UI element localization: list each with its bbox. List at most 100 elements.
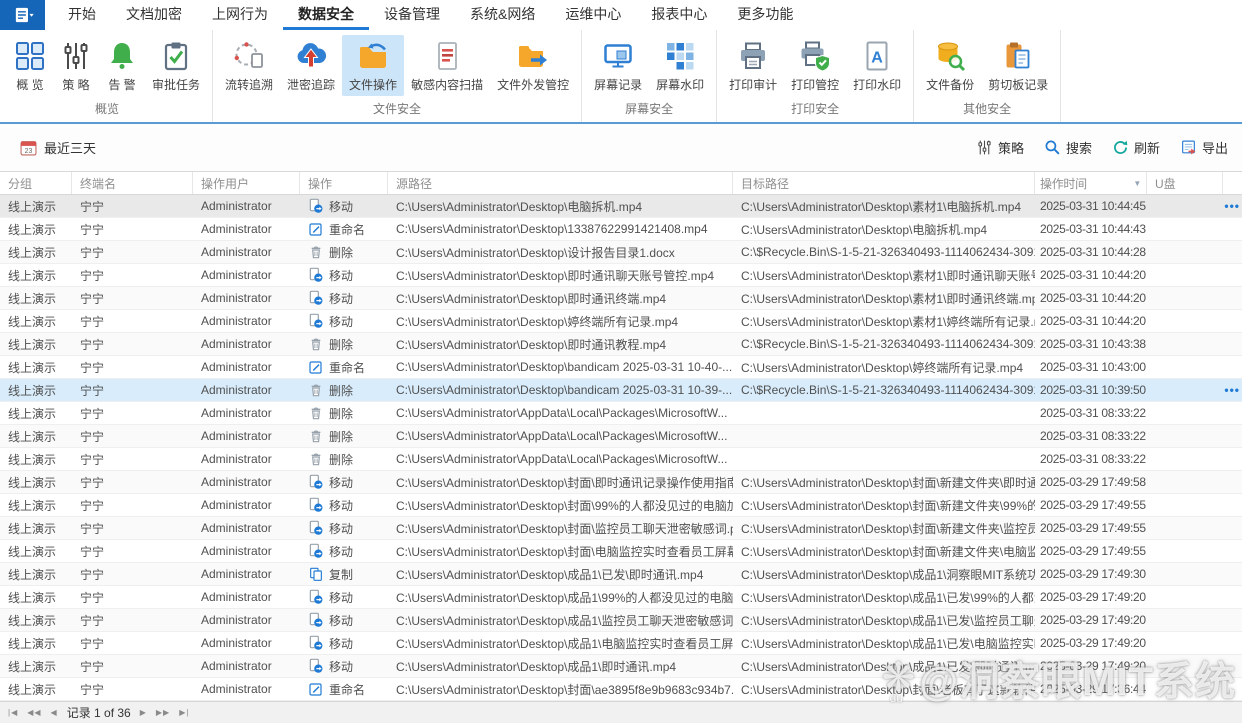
pager-button[interactable]: |◀	[8, 708, 18, 717]
menu-items: 开始文档加密上网行为数据安全设备管理系统&网络运维中心报表中心更多功能	[53, 0, 808, 30]
policy-sliders-icon	[60, 40, 92, 72]
table-row[interactable]: 线上演示 宁宁 Administrator 移动 C:\Users\Admini…	[0, 655, 1242, 678]
row-actions-menu[interactable]: •••	[1224, 383, 1240, 397]
column-header[interactable]: 源路径	[388, 172, 733, 194]
table-row[interactable]: 线上演示 宁宁 Administrator 复制 C:\Users\Admini…	[0, 563, 1242, 586]
date-range-filter[interactable]: 最近三天	[20, 138, 96, 157]
ribbon-tool-button[interactable]: 审批任务	[145, 35, 207, 96]
ribbon-tool-button[interactable]: 流转追溯	[218, 35, 280, 96]
cell-group: 线上演示	[0, 678, 72, 700]
menu-item[interactable]: 更多功能	[722, 0, 808, 30]
delete-operation-icon	[308, 382, 324, 398]
pager-button[interactable]: ▶▶	[156, 708, 170, 717]
table-row[interactable]: 线上演示 宁宁 Administrator 删除 C:\Users\Admini…	[0, 402, 1242, 425]
ribbon-tool-button[interactable]: 告 警	[99, 35, 145, 96]
delete-operation-icon	[308, 451, 324, 467]
table-header: 分组终端名操作用户操作源路径目标路径操作时间▼U盘	[0, 171, 1242, 195]
table-row[interactable]: 线上演示 宁宁 Administrator 删除 C:\Users\Admini…	[0, 425, 1242, 448]
toolbar-action-button[interactable]: 导出	[1180, 138, 1228, 157]
cell-row-actions	[1223, 494, 1242, 516]
table-row[interactable]: 线上演示 宁宁 Administrator 删除 C:\Users\Admini…	[0, 448, 1242, 471]
cell-source-path: C:\Users\Administrator\Desktop\成品1\监控员工聊…	[388, 609, 733, 631]
ribbon-tool-button[interactable]: 打印管控	[784, 35, 846, 96]
cell-operation: 移动	[300, 195, 388, 217]
pager-button[interactable]: ◀	[51, 708, 58, 717]
ribbon-tool-button[interactable]: 概 览	[7, 35, 53, 96]
column-header[interactable]: 操作	[300, 172, 388, 194]
ribbon-tool-button[interactable]: 泄密追踪	[280, 35, 342, 96]
app-menu-button[interactable]	[0, 0, 45, 30]
cell-row-actions	[1223, 517, 1242, 539]
cell-operation-time: 2025-03-31 10:44:20	[1035, 310, 1147, 332]
cell-row-actions	[1223, 287, 1242, 309]
cell-user: Administrator	[193, 264, 300, 286]
ribbon-tool-button[interactable]: 敏感内容扫描	[404, 35, 490, 96]
table-row[interactable]: 线上演示 宁宁 Administrator 移动 C:\Users\Admini…	[0, 287, 1242, 310]
ribbon-tool-button[interactable]: 文件备份	[919, 35, 981, 96]
ribbon-tool-button[interactable]: 剪切板记录	[981, 35, 1055, 96]
cell-group: 线上演示	[0, 218, 72, 240]
table-row[interactable]: 线上演示 宁宁 Administrator 删除 C:\Users\Admini…	[0, 241, 1242, 264]
table-row[interactable]: 线上演示 宁宁 Administrator 移动 C:\Users\Admini…	[0, 264, 1242, 287]
menu-item[interactable]: 文档加密	[111, 0, 197, 30]
table-row[interactable]: 线上演示 宁宁 Administrator 移动 C:\Users\Admini…	[0, 632, 1242, 655]
cell-target-path: C:\Users\Administrator\Desktop\素材1\电脑拆机.…	[733, 195, 1035, 217]
pager-button[interactable]: ◀◀	[27, 708, 41, 717]
table-row[interactable]: 线上演示 宁宁 Administrator 移动 C:\Users\Admini…	[0, 517, 1242, 540]
table-row[interactable]: 线上演示 宁宁 Administrator 删除 C:\Users\Admini…	[0, 333, 1242, 356]
column-header[interactable]: 目标路径	[733, 172, 1035, 194]
table-row[interactable]: 线上演示 宁宁 Administrator 重命名 C:\Users\Admin…	[0, 356, 1242, 379]
cell-source-path: C:\Users\Administrator\Desktop\即时通讯教程.mp…	[388, 333, 733, 355]
table-row[interactable]: 线上演示 宁宁 Administrator 移动 C:\Users\Admini…	[0, 471, 1242, 494]
cell-target-path: C:\Users\Administrator\Desktop\封面\新建文件夹\…	[733, 471, 1035, 493]
cell-row-actions	[1223, 563, 1242, 585]
table-row[interactable]: 线上演示 宁宁 Administrator 移动 C:\Users\Admini…	[0, 586, 1242, 609]
column-header[interactable]: 操作时间▼	[1035, 172, 1147, 194]
ribbon-tool-button[interactable]: 策 略	[53, 35, 99, 96]
cell-target-path: C:\Users\Administrator\Desktop\封面\新建文件夹\…	[733, 540, 1035, 562]
column-header[interactable]: 分组	[0, 172, 72, 194]
cell-operation: 移动	[300, 310, 388, 332]
table-row[interactable]: 线上演示 宁宁 Administrator 重命名 C:\Users\Admin…	[0, 218, 1242, 241]
toolbar-action-button[interactable]: 刷新	[1112, 138, 1160, 157]
table-row[interactable]: 线上演示 宁宁 Administrator 移动 C:\Users\Admini…	[0, 609, 1242, 632]
pager-button[interactable]: ▶|	[179, 708, 189, 717]
table-row[interactable]: 线上演示 宁宁 Administrator 移动 C:\Users\Admini…	[0, 494, 1242, 517]
menu-item[interactable]: 系统&网络	[455, 0, 550, 30]
cell-terminal: 宁宁	[72, 310, 193, 332]
ribbon-tool-button[interactable]: 屏幕记录	[587, 35, 649, 96]
move-operation-icon	[308, 313, 324, 329]
row-actions-menu[interactable]: •••	[1224, 199, 1240, 213]
ribbon-tool-button[interactable]: 打印水印	[846, 35, 908, 96]
column-header[interactable]: 终端名	[72, 172, 193, 194]
menu-item[interactable]: 上网行为	[197, 0, 283, 30]
menu-item[interactable]: 数据安全	[283, 0, 369, 30]
ribbon-tool-button[interactable]: 打印审计	[722, 35, 784, 96]
pager-button[interactable]: ▶	[140, 708, 147, 717]
ribbon-tool-button[interactable]: 屏幕水印	[649, 35, 711, 96]
table-row[interactable]: 线上演示 宁宁 Administrator 移动 C:\Users\Admini…	[0, 195, 1242, 218]
menu-item[interactable]: 报表中心	[636, 0, 722, 30]
toolbar-action-button[interactable]: 搜索	[1044, 138, 1092, 157]
cell-usb	[1147, 195, 1223, 217]
table-row[interactable]: 线上演示 宁宁 Administrator 重命名 C:\Users\Admin…	[0, 678, 1242, 701]
screen-record-monitor-icon	[602, 40, 634, 72]
menu-item[interactable]: 开始	[53, 0, 111, 30]
table-row[interactable]: 线上演示 宁宁 Administrator 移动 C:\Users\Admini…	[0, 540, 1242, 563]
menu-item[interactable]: 运维中心	[550, 0, 636, 30]
alert-bell-icon	[106, 40, 138, 72]
cell-target-path: C:\Users\Administrator\Desktop\封面\新建文件夹\…	[733, 494, 1035, 516]
ribbon-tool-button[interactable]: 文件操作	[342, 35, 404, 96]
ribbon-tool-button[interactable]: 文件外发管控	[490, 35, 576, 96]
toolbar-action-button[interactable]: 策略	[976, 138, 1024, 157]
time-filter-dropdown-icon[interactable]: ▼	[1133, 179, 1141, 188]
cell-usb	[1147, 448, 1223, 470]
cell-target-path: C:\$Recycle.Bin\S-1-5-21-326340493-11140…	[733, 379, 1035, 401]
column-header[interactable]: 操作用户	[193, 172, 300, 194]
menu-item[interactable]: 设备管理	[369, 0, 455, 30]
table-row[interactable]: 线上演示 宁宁 Administrator 删除 C:\Users\Admini…	[0, 379, 1242, 402]
cell-operation: 移动	[300, 494, 388, 516]
cell-user: Administrator	[193, 448, 300, 470]
column-header[interactable]: U盘	[1147, 172, 1223, 194]
table-row[interactable]: 线上演示 宁宁 Administrator 移动 C:\Users\Admini…	[0, 310, 1242, 333]
